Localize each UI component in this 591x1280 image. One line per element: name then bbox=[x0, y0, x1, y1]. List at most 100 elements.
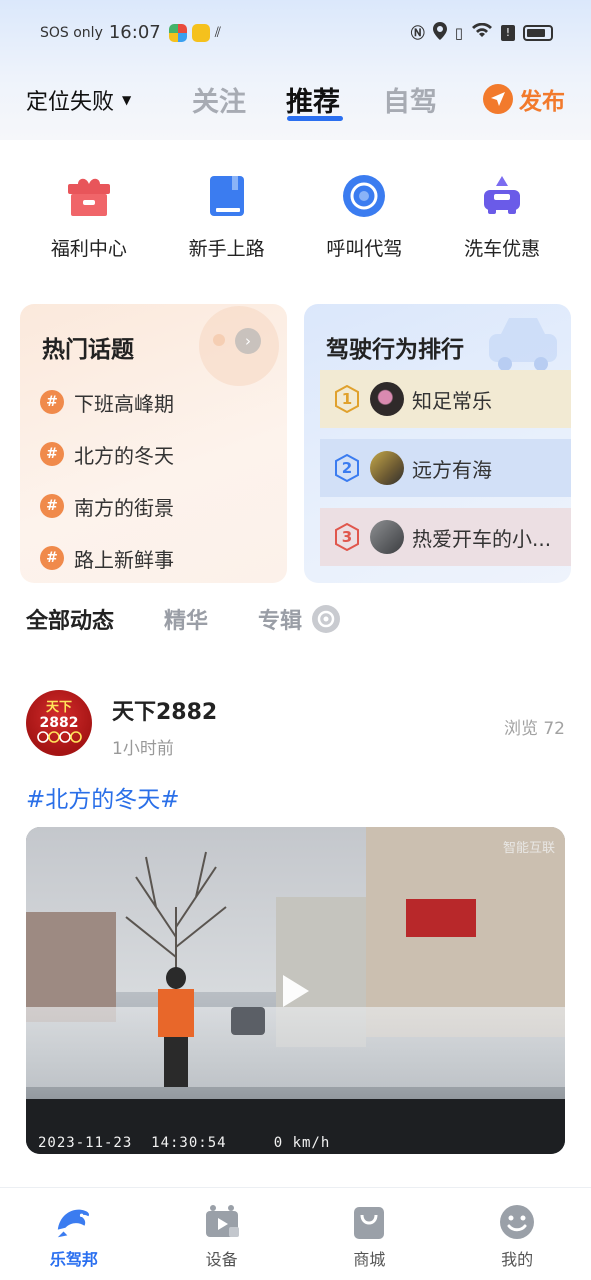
tab-all-posts[interactable]: 全部动态 bbox=[26, 603, 114, 635]
post-author-name[interactable]: 天下2882 bbox=[112, 694, 217, 726]
rank-user-name: 远方有海 bbox=[412, 457, 492, 482]
quick-label: 洗车优惠 bbox=[464, 238, 541, 260]
post-author-avatar[interactable]: 天下 2882 bbox=[26, 690, 92, 756]
post-views: 浏览 72 bbox=[503, 719, 565, 739]
rank-row[interactable]: 2 远方有海 bbox=[320, 439, 571, 497]
quick-item-car-wash[interactable]: 洗车优惠 bbox=[433, 170, 571, 270]
top-nav: 定位失败 ▼ 关注 推荐 自驾 发布 bbox=[0, 74, 591, 124]
shopping-bag-icon bbox=[349, 1202, 389, 1242]
rank-badge-icon: 2 bbox=[334, 454, 360, 482]
quick-item-beginner[interactable]: 新手上路 bbox=[158, 170, 296, 270]
device-icon bbox=[202, 1202, 242, 1242]
topic-list: # 下班高峰期 # 北方的冬天 # 南方的街景 # 路上新鲜事 bbox=[40, 376, 174, 583]
hot-topics-card[interactable]: 热门话题 › # 下班高峰期 # 北方的冬天 # 南方的街景 # 路上新鲜事 bbox=[20, 304, 287, 583]
battery-icon bbox=[523, 25, 553, 41]
topic-item[interactable]: # 路上新鲜事 bbox=[40, 532, 174, 583]
wifi-icon bbox=[471, 22, 493, 43]
clock: 16:07 bbox=[108, 22, 161, 43]
rank-number: 2 bbox=[341, 459, 353, 477]
avatar-text-bottom: 2882 bbox=[39, 715, 79, 731]
book-icon bbox=[201, 170, 253, 222]
rank-number: 3 bbox=[341, 528, 353, 546]
avatar-text-top: 天下 bbox=[45, 700, 72, 715]
emoji-notification-icon bbox=[191, 23, 210, 42]
nav-profile[interactable]: 我的 bbox=[443, 1188, 591, 1280]
app-notification-icon bbox=[168, 23, 187, 42]
location-pin-icon bbox=[432, 22, 447, 44]
nav-store[interactable]: 商城 bbox=[296, 1188, 444, 1280]
topic-item[interactable]: # 北方的冬天 bbox=[40, 428, 174, 480]
pedestrian bbox=[156, 967, 196, 1087]
post-hashtag[interactable]: #北方的冬天# bbox=[26, 780, 180, 814]
driving-rank-card[interactable]: 驾驶行为排行 1 知足常乐 2 远方有海 3 热爱开车的小... bbox=[304, 304, 571, 583]
olympic-rings-icon bbox=[37, 731, 82, 743]
driver-call-icon bbox=[338, 170, 390, 222]
chevron-right-icon[interactable]: › bbox=[235, 328, 261, 354]
topic-item[interactable]: # 南方的街景 bbox=[40, 480, 174, 532]
tab-albums[interactable]: 专辑 bbox=[258, 603, 302, 635]
vibrate-icon: ▯ bbox=[454, 24, 463, 42]
gift-icon bbox=[63, 170, 115, 222]
signal-slash-icon: ⫽ bbox=[214, 24, 221, 41]
tab-follow[interactable]: 关注 bbox=[192, 80, 246, 119]
quick-menu: 福利中心 新手上路 呼叫代驾 洗车优惠 bbox=[20, 170, 571, 270]
post-video[interactable]: 智能互联 2023-11-23 14:30:54 0 km/h bbox=[26, 827, 565, 1154]
rank-row[interactable]: 3 热爱开车的小... bbox=[320, 508, 571, 566]
driving-rank-title: 驾驶行为排行 bbox=[326, 337, 464, 363]
avatar bbox=[370, 451, 404, 485]
nav-label: 设备 bbox=[205, 1250, 238, 1269]
bottom-nav: 乐驾邦 设备 商城 我的 bbox=[0, 1187, 591, 1280]
dolphin-icon bbox=[54, 1202, 94, 1242]
avatar bbox=[370, 520, 404, 554]
hashtag-icon: # bbox=[40, 390, 64, 414]
nav-devices[interactable]: 设备 bbox=[148, 1188, 296, 1280]
send-icon bbox=[483, 84, 513, 114]
rank-list: 1 知足常乐 2 远方有海 3 热爱开车的小... bbox=[320, 370, 571, 577]
active-tab-indicator bbox=[287, 116, 343, 121]
status-bar: SOS only 16:07 ⫽ Ⓝ ▯ ! bbox=[0, 18, 591, 48]
rank-badge-icon: 3 bbox=[334, 523, 360, 551]
smiley-icon bbox=[497, 1202, 537, 1242]
rank-number: 1 bbox=[341, 390, 353, 408]
nav-label: 我的 bbox=[501, 1250, 534, 1269]
car-decor-icon bbox=[489, 318, 557, 371]
tab-featured[interactable]: 精华 bbox=[164, 603, 208, 635]
quick-label: 呼叫代驾 bbox=[326, 238, 403, 260]
rank-badge-icon: 1 bbox=[334, 385, 360, 413]
topic-item[interactable]: # 下班高峰期 bbox=[40, 376, 174, 428]
feed-tabs: 全部动态 精华 专辑 bbox=[26, 602, 341, 636]
publish-button[interactable]: 发布 bbox=[483, 82, 565, 116]
tab-self-drive[interactable]: 自驾 bbox=[383, 80, 437, 119]
hashtag-icon: # bbox=[40, 442, 64, 466]
rank-user-name: 热爱开车的小... bbox=[412, 526, 552, 551]
video-watermark: 智能互联 bbox=[502, 841, 555, 856]
car-wash-icon bbox=[476, 170, 528, 222]
alert-icon: ! bbox=[501, 25, 515, 41]
nav-label: 商城 bbox=[353, 1250, 386, 1269]
album-icon[interactable] bbox=[312, 605, 341, 633]
quick-label: 福利中心 bbox=[50, 238, 127, 260]
decor-bubble-icon bbox=[199, 306, 279, 386]
publish-label: 发布 bbox=[519, 89, 565, 115]
quick-label: 新手上路 bbox=[188, 238, 265, 260]
nav-home[interactable]: 乐驾邦 bbox=[0, 1188, 148, 1280]
caret-down-icon: ▼ bbox=[122, 93, 132, 107]
topic-label: 南方的街景 bbox=[74, 495, 174, 520]
quick-item-call-driver[interactable]: 呼叫代驾 bbox=[296, 170, 434, 270]
hashtag-icon: # bbox=[40, 546, 64, 570]
avatar bbox=[370, 382, 404, 416]
hashtag-icon: # bbox=[40, 494, 64, 518]
rank-user-name: 知足常乐 bbox=[412, 388, 492, 413]
tab-recommend[interactable]: 推荐 bbox=[286, 80, 340, 119]
location-text: 定位失败 bbox=[26, 90, 115, 115]
play-icon[interactable] bbox=[283, 975, 309, 1007]
post-time: 1小时前 bbox=[112, 739, 174, 759]
nfc-icon: Ⓝ bbox=[410, 26, 425, 42]
hot-topics-title: 热门话题 bbox=[42, 337, 134, 363]
topic-label: 北方的冬天 bbox=[74, 443, 174, 468]
quick-item-welfare[interactable]: 福利中心 bbox=[20, 170, 158, 270]
rank-row[interactable]: 1 知足常乐 bbox=[320, 370, 571, 428]
location-selector[interactable]: 定位失败 ▼ bbox=[26, 84, 131, 116]
nav-label: 乐驾邦 bbox=[49, 1250, 98, 1269]
topic-label: 下班高峰期 bbox=[74, 391, 174, 416]
